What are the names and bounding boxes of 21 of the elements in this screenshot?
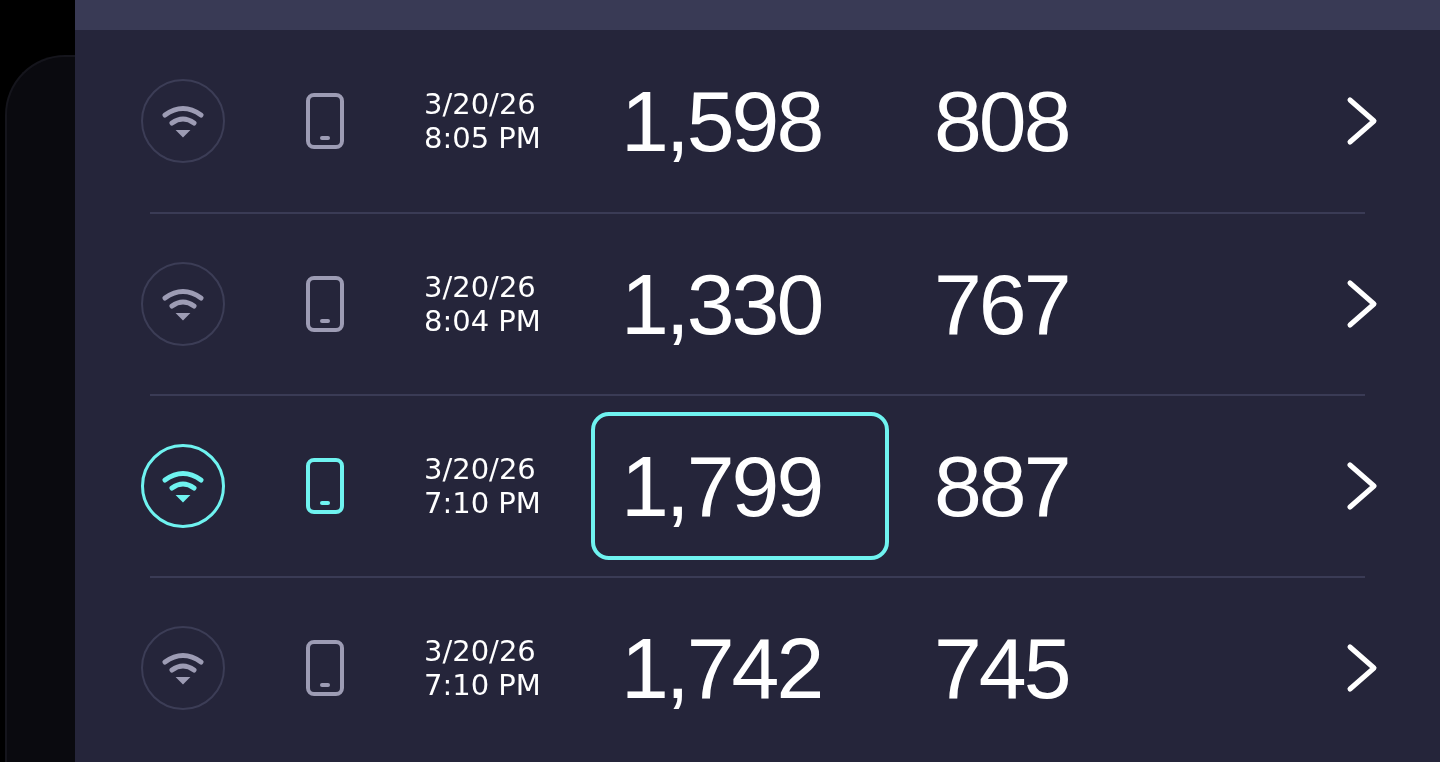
- phone-icon: [305, 639, 345, 697]
- value-text: 1,598: [621, 78, 822, 164]
- value-text: 767: [934, 261, 1070, 347]
- phone-icon: [305, 275, 345, 333]
- time-text: 7:10 PM: [424, 668, 542, 702]
- chevron-right-icon[interactable]: [1344, 461, 1380, 511]
- time-text: 8:05 PM: [424, 121, 542, 155]
- time-text: 7:10 PM: [424, 486, 542, 520]
- value-text: 1,330: [621, 261, 822, 347]
- date-text: 3/20/26: [424, 452, 537, 486]
- phone-icon: [305, 92, 345, 150]
- date-text: 3/20/26: [424, 634, 537, 668]
- value-text: 1,799: [621, 443, 822, 529]
- time-text: 8:04 PM: [424, 304, 542, 338]
- value-text: 1,742: [621, 625, 822, 711]
- date-text: 3/20/26: [424, 87, 537, 121]
- value-text: 887: [934, 443, 1070, 529]
- date-text: 3/20/26: [424, 270, 537, 304]
- value-text: 745: [934, 625, 1070, 711]
- phone-icon: [305, 457, 345, 515]
- value-text: 808: [934, 78, 1070, 164]
